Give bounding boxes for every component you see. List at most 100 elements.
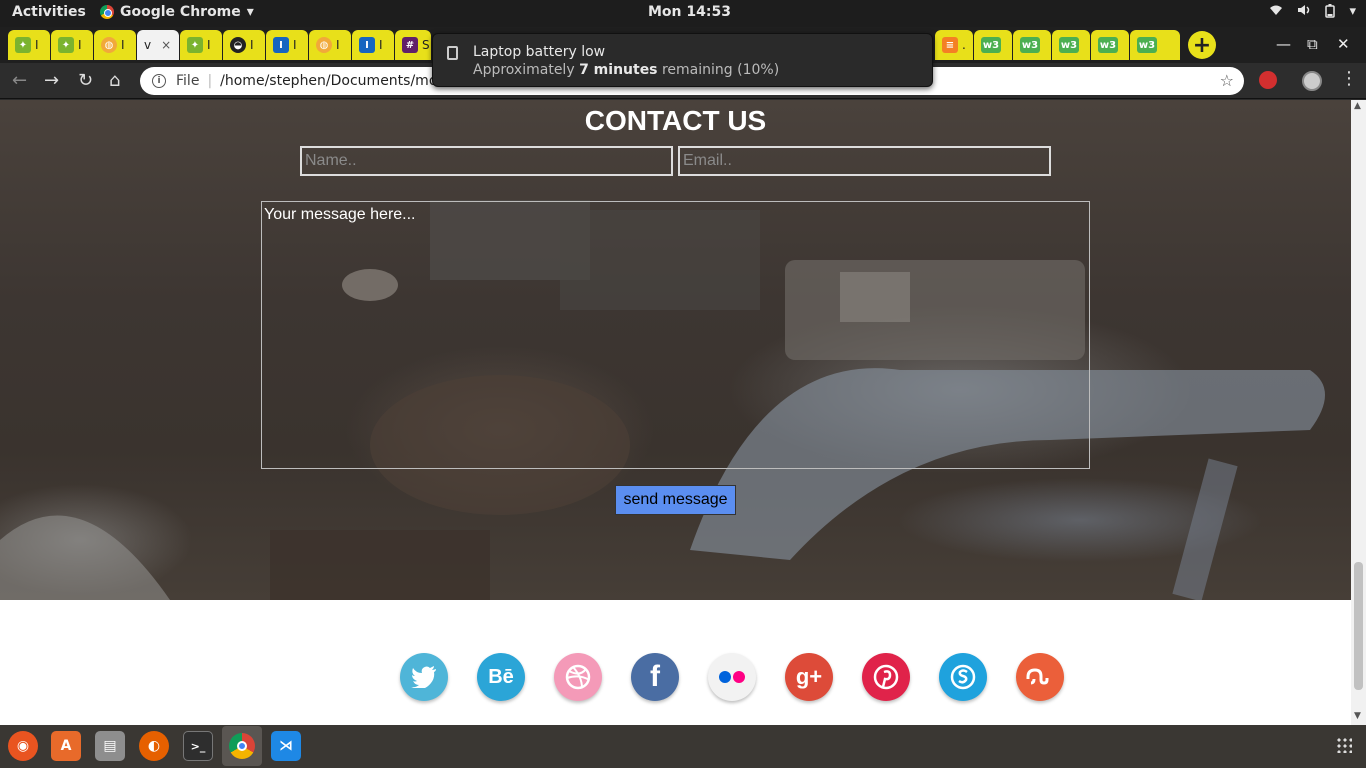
show-applications-icon[interactable] — [1336, 737, 1352, 753]
minimize-button[interactable]: — — [1276, 35, 1291, 53]
w3-icon: w3 — [1020, 37, 1040, 53]
power-menu-chevron-icon[interactable]: ▾ — [1349, 4, 1356, 22]
w3-icon: w3 — [1137, 37, 1157, 53]
tab-title: I — [293, 38, 297, 52]
facebook-icon[interactable]: f — [631, 653, 679, 701]
system-tray[interactable]: ▾ — [1269, 4, 1356, 22]
maximize-button[interactable]: ⧉ — [1307, 35, 1318, 53]
bookmark-star-icon[interactable]: ☆ — [1220, 71, 1234, 90]
close-window-button[interactable]: ✕ — [1337, 35, 1350, 53]
dribbble-icon[interactable] — [554, 653, 602, 701]
battery-icon[interactable] — [1325, 4, 1336, 22]
system-top-bar: Activities Google Chrome ▾ Mon 14:53 ▾ — [0, 0, 1366, 27]
behance-icon[interactable]: Bē — [477, 653, 525, 701]
tab[interactable]: ✦ I — [51, 30, 93, 60]
notification-bold: 7 minutes — [579, 62, 658, 78]
name-field[interactable] — [300, 146, 673, 176]
tab[interactable]: ✦ I — [180, 30, 222, 60]
notification-body: Approximately 7 minutes remaining (10%) — [473, 62, 780, 78]
more-menu-icon[interactable]: ⋮ — [1340, 68, 1358, 89]
chevron-down-icon: ▾ — [246, 4, 254, 20]
leaf-icon: ✦ — [187, 37, 203, 53]
ubuntu-icon[interactable]: ◉ — [8, 731, 38, 761]
url-separator: | — [207, 73, 213, 89]
skype-icon[interactable] — [939, 653, 987, 701]
tab[interactable]: w3 — [1130, 30, 1180, 60]
new-tab-button[interactable]: + — [1188, 31, 1216, 59]
firefox-icon[interactable]: ◐ — [139, 731, 169, 761]
tab[interactable]: I I — [352, 30, 394, 60]
github-icon: ◒ — [230, 37, 246, 53]
tab-title: I — [207, 38, 211, 52]
app-menu[interactable]: Google Chrome ▾ — [100, 4, 254, 20]
leaf-icon: ✦ — [15, 37, 31, 53]
tab-title: I — [250, 38, 254, 52]
activities-button[interactable]: Activities — [12, 4, 86, 20]
globe-icon: ◍ — [101, 37, 117, 53]
message-textarea[interactable] — [261, 201, 1090, 469]
reload-button[interactable]: ↻ — [78, 70, 93, 91]
twitter-icon[interactable] — [400, 653, 448, 701]
page-scrollbar[interactable]: ▲ ▼ — [1351, 100, 1366, 725]
pinterest-icon[interactable] — [862, 653, 910, 701]
files-icon[interactable]: ▤ — [95, 731, 125, 761]
instapaper-icon: I — [359, 37, 375, 53]
tab[interactable]: ◍ I — [94, 30, 136, 60]
w3-icon: w3 — [1059, 37, 1079, 53]
tab-title: I — [78, 38, 82, 52]
clock[interactable]: Mon 14:53 — [648, 4, 731, 20]
tab-title: I — [35, 38, 39, 52]
tab[interactable]: ◍ I — [309, 30, 351, 60]
adblock-extension-icon[interactable] — [1259, 71, 1277, 89]
stackoverflow-icon: ≡ — [942, 37, 958, 53]
page-title: CONTACT US — [584, 105, 767, 136]
tab[interactable]: ✦ I — [8, 30, 50, 60]
wifi-icon[interactable] — [1269, 4, 1283, 22]
tab[interactable]: w3 — [974, 30, 1012, 60]
terminal-icon[interactable]: >_ — [183, 731, 213, 761]
close-tab-icon[interactable]: × — [161, 38, 171, 52]
tab-title: . — [962, 38, 966, 52]
google-plus-icon[interactable]: g+ — [785, 653, 833, 701]
tab-title: v — [144, 38, 152, 52]
volume-icon[interactable] — [1297, 4, 1311, 22]
tab[interactable]: w3 — [1052, 30, 1090, 60]
tab[interactable]: w3 — [1091, 30, 1129, 60]
software-center-icon[interactable]: A — [51, 731, 81, 761]
url-text[interactable]: /home/stephen/Documents/morin — [220, 73, 456, 89]
chrome-dock-item[interactable] — [222, 726, 262, 766]
vscode-icon[interactable]: ⋊ — [271, 731, 301, 761]
scroll-down-icon[interactable]: ▼ — [1354, 711, 1361, 721]
avatar[interactable] — [1302, 71, 1322, 91]
info-icon[interactable]: i — [152, 74, 166, 88]
send-message-button[interactable]: send message — [615, 485, 736, 515]
contact-section: CONTACT US send message — [0, 100, 1351, 600]
tab-title: I — [336, 38, 340, 52]
w3-icon: w3 — [1098, 37, 1118, 53]
chrome-icon — [229, 733, 255, 759]
tab[interactable]: w3 — [1013, 30, 1051, 60]
battery-notification[interactable]: Laptop battery low Approximately 7 minut… — [432, 33, 933, 87]
tab[interactable]: ≡ . — [935, 30, 973, 60]
tab[interactable]: I I — [266, 30, 308, 60]
social-links: Bē f g+ — [0, 653, 1351, 703]
url-scheme: File — [176, 73, 200, 89]
tab-active[interactable]: v × — [137, 30, 179, 60]
stumbleupon-icon[interactable] — [1016, 653, 1064, 701]
leaf-icon: ✦ — [58, 37, 74, 53]
globe-icon: ◍ — [316, 37, 332, 53]
slack-icon: # — [402, 37, 418, 53]
email-field[interactable] — [678, 146, 1051, 176]
forward-button[interactable]: → — [44, 70, 59, 91]
scrollbar-thumb[interactable] — [1354, 562, 1363, 690]
flickr-icon[interactable] — [708, 653, 756, 701]
tab[interactable]: ◒ I — [223, 30, 265, 60]
chrome-icon — [100, 5, 114, 19]
back-button[interactable]: ← — [12, 70, 27, 91]
notification-title: Laptop battery low — [473, 44, 606, 60]
scroll-up-icon[interactable]: ▲ — [1354, 101, 1361, 111]
ubuntu-dock: ◉ A ▤ ◐ >_ ⋊ — [0, 725, 1366, 768]
w3-icon: w3 — [981, 37, 1001, 53]
home-button[interactable]: ⌂ — [109, 70, 120, 91]
tab[interactable]: # S — [395, 30, 431, 60]
